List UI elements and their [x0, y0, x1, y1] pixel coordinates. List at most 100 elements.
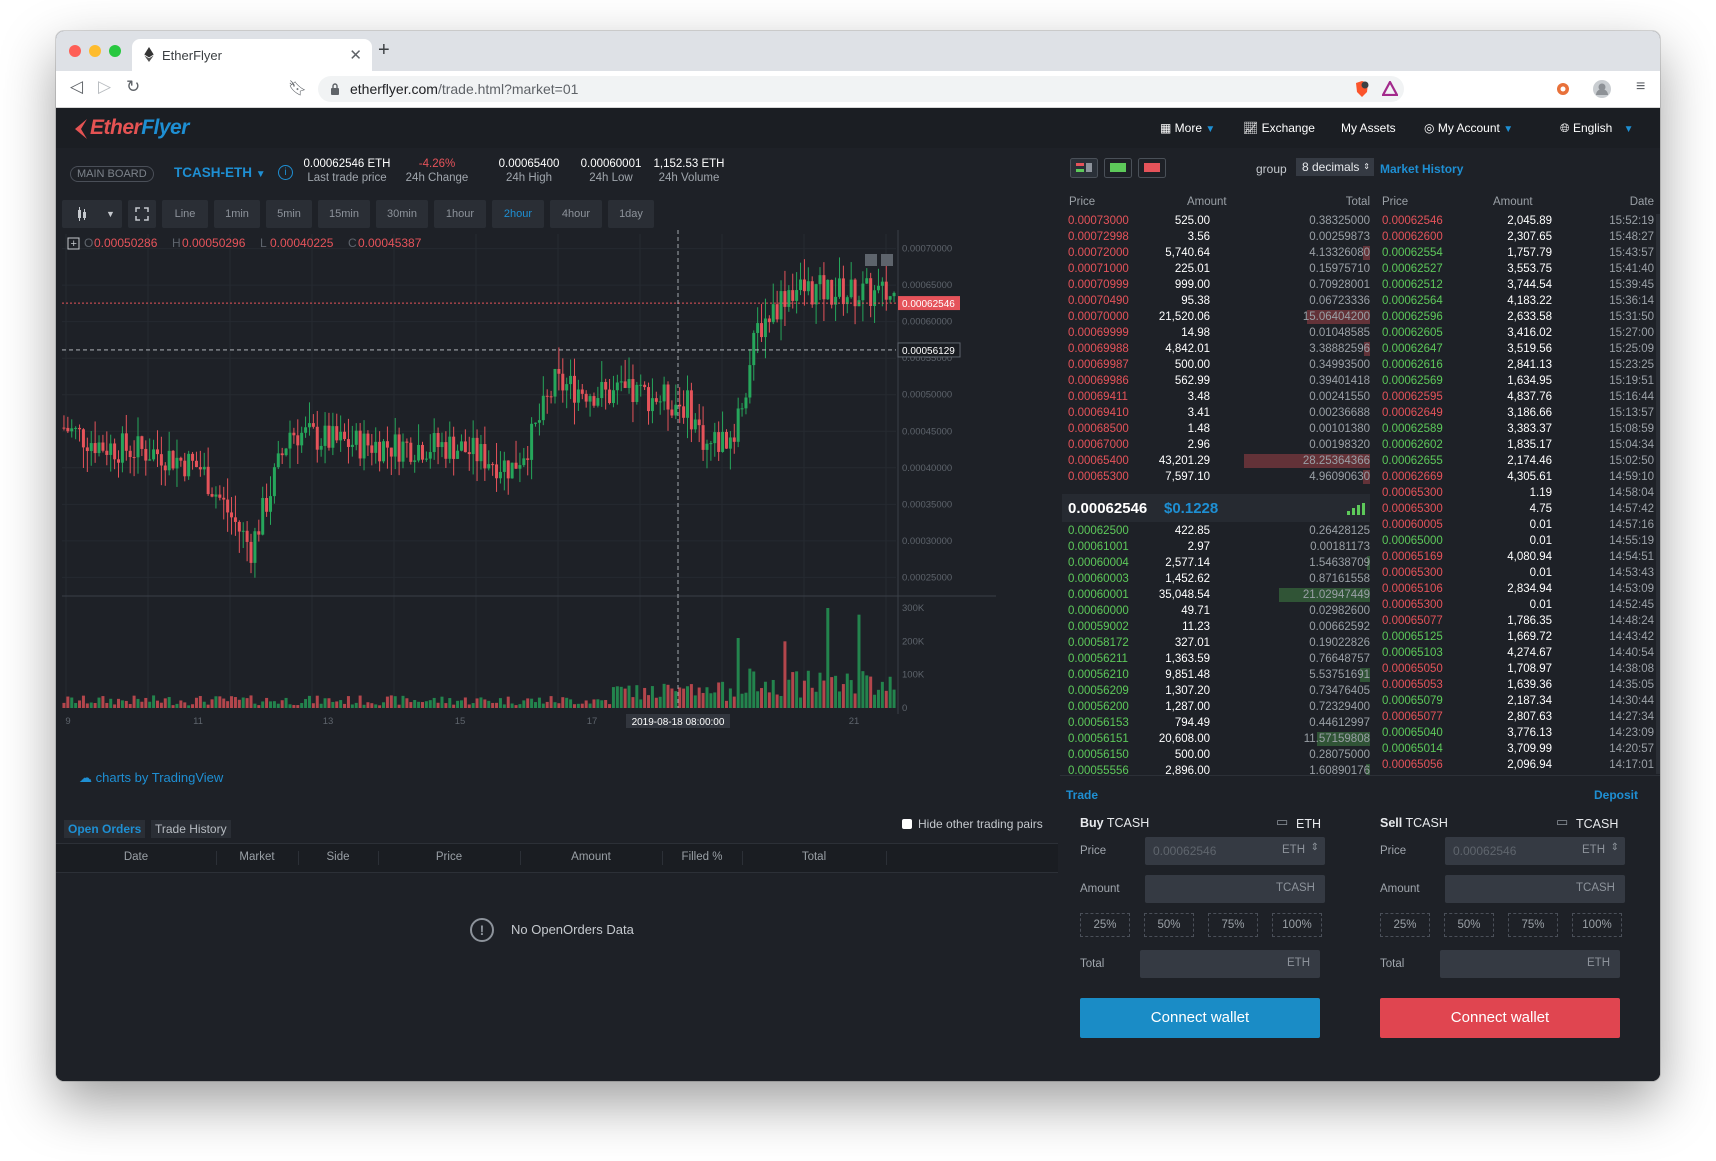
candlestick-chart[interactable]: 0.000700000.000650000.000600000.00055000…: [62, 230, 1052, 808]
chart-type-button[interactable]: ▼: [62, 200, 122, 228]
sell-50-button[interactable]: 50%: [1444, 913, 1494, 937]
orderbook-row[interactable]: 0.00068500 1.48 0.00101380: [1062, 421, 1370, 437]
orderbook-row[interactable]: 0.00060000 49.71 0.02982600: [1062, 603, 1370, 619]
buy-total-input[interactable]: ETH: [1140, 950, 1320, 978]
nav-my-account[interactable]: ◎ My Account ▼: [1424, 121, 1513, 135]
new-tab-icon[interactable]: +: [378, 39, 390, 62]
orderbook-row[interactable]: 0.00072000 5,740.64 4.13326080: [1062, 245, 1370, 261]
tradingview-credit[interactable]: ☁︎ charts by TradingView: [79, 770, 223, 786]
buy-75-button[interactable]: 75%: [1208, 913, 1258, 937]
interval-30min-button[interactable]: 30min: [376, 200, 428, 228]
orderbook-row[interactable]: 0.00058172 327.01 0.19022826: [1062, 635, 1370, 651]
back-icon[interactable]: ◁: [70, 77, 83, 97]
profile-icon[interactable]: [1592, 79, 1612, 99]
buy-50-button[interactable]: 50%: [1144, 913, 1194, 937]
browser-tab[interactable]: EtherFlyer ✕: [132, 39, 372, 71]
orderbook-row[interactable]: 0.00069411 3.48 0.00241550: [1062, 389, 1370, 405]
orderbook-row[interactable]: 0.00069410 3.41 0.00236688: [1062, 405, 1370, 421]
orderbook-row[interactable]: 0.00056200 1,287.00 0.72329400: [1062, 699, 1370, 715]
close-window-button[interactable]: [69, 45, 81, 57]
fullscreen-button[interactable]: [128, 200, 156, 228]
orderbook-row[interactable]: 0.00069988 4,842.01 3.38882596: [1062, 341, 1370, 357]
orderbook-row[interactable]: 0.00062500 422.85 0.26428125: [1062, 523, 1370, 539]
orderbook-row[interactable]: 0.00071000 225.01 0.15975710: [1062, 261, 1370, 277]
orderbook-row[interactable]: 0.00060001 35,048.54 21.02947449: [1062, 587, 1370, 603]
chart-settings-icon[interactable]: [865, 254, 877, 266]
maximize-window-button[interactable]: [109, 45, 121, 57]
interval-1min-button[interactable]: 1min: [214, 200, 260, 228]
orderbook-row[interactable]: 0.00056151 20,608.00 11.57159808: [1062, 731, 1370, 747]
decimals-select[interactable]: 8 decimals ⇕: [1296, 158, 1374, 176]
interval-1day-button[interactable]: 1day: [608, 200, 654, 228]
close-tab-icon[interactable]: ✕: [349, 46, 362, 64]
orderbook-row[interactable]: 0.00067000 2.96 0.00198320: [1062, 437, 1370, 453]
sell-100-button[interactable]: 100%: [1572, 913, 1622, 937]
orderbook-row[interactable]: 0.00070000 21,520.06 15.06404200: [1062, 309, 1370, 325]
chart-screenshot-icon[interactable]: [881, 254, 893, 266]
sell-75-button[interactable]: 75%: [1508, 913, 1558, 937]
brave-shield-icon[interactable]: [1354, 80, 1370, 98]
candle-body: [296, 435, 300, 446]
rewards-icon[interactable]: [1382, 81, 1398, 96]
orderbook-asks-icon[interactable]: [1138, 158, 1166, 178]
extension-icon[interactable]: [1555, 81, 1571, 97]
orderbook-row[interactable]: 0.00056153 794.49 0.44612997: [1062, 715, 1370, 731]
orderbook-row[interactable]: 0.00069999 14.98 0.01048585: [1062, 325, 1370, 341]
deposit-link[interactable]: Deposit: [1594, 788, 1638, 802]
interval-4hour-button[interactable]: 4hour: [550, 200, 602, 228]
sell-25-button[interactable]: 25%: [1380, 913, 1430, 937]
orderbook-row[interactable]: 0.00072998 3.56 0.00259873: [1062, 229, 1370, 245]
candle-body: [491, 464, 495, 466]
orderbook-both-icon[interactable]: [1070, 158, 1098, 178]
pair-selector[interactable]: TCASH-ETH ▼: [174, 165, 266, 180]
orderbook-row[interactable]: 0.00069987 500.00 0.34993500: [1062, 357, 1370, 373]
orderbook-row[interactable]: 0.00070999 999.00 0.70928001: [1062, 277, 1370, 293]
minimize-window-button[interactable]: [89, 45, 101, 57]
orderbook-row[interactable]: 0.00056150 500.00 0.28075000: [1062, 747, 1370, 763]
orderbook-row[interactable]: 0.00065300 7,597.10 4.96090630: [1062, 469, 1370, 485]
tab-open-orders[interactable]: Open Orders: [64, 820, 146, 838]
interval-5min-button[interactable]: 5min: [266, 200, 312, 228]
orderbook-row[interactable]: 0.00061001 2.97 0.00181173: [1062, 539, 1370, 555]
buy-price-input[interactable]: 0.00062546 ETH ⇕: [1145, 837, 1325, 865]
orderbook-row[interactable]: 0.00056211 1,363.59 0.76648757: [1062, 651, 1370, 667]
nav-my-assets[interactable]: My Assets: [1341, 121, 1396, 135]
buy-25-button[interactable]: 25%: [1080, 913, 1130, 937]
sell-total-input[interactable]: ETH: [1440, 950, 1620, 978]
menu-icon[interactable]: ≡: [1636, 78, 1645, 96]
orderbook-row[interactable]: 0.00056209 1,307.20 0.73476405: [1062, 683, 1370, 699]
hide-pairs-checkbox[interactable]: [902, 819, 912, 829]
orderbook-row[interactable]: 0.00065400 43,201.29 28.25364366: [1062, 453, 1370, 469]
info-icon[interactable]: i: [278, 165, 293, 180]
reload-icon[interactable]: ↻: [126, 77, 140, 97]
interval-Line-button[interactable]: Line: [162, 200, 208, 228]
orderbook-row[interactable]: 0.00069986 562.99 0.39401418: [1062, 373, 1370, 389]
scrollbar[interactable]: [1656, 214, 1660, 774]
orderbook-row[interactable]: 0.00070490 95.38 0.06723336: [1062, 293, 1370, 309]
buy-connect-wallet-button[interactable]: Connect wallet: [1080, 998, 1320, 1038]
buy-100-button[interactable]: 100%: [1272, 913, 1322, 937]
etherflyer-logo[interactable]: EtherFlyer: [73, 116, 189, 140]
nav-language[interactable]: 🌐︎ English ▼: [1560, 121, 1634, 136]
forward-icon[interactable]: ▷: [98, 77, 111, 97]
buy-amount-input[interactable]: TCASH: [1145, 875, 1325, 903]
orderbook-row[interactable]: 0.00073000 525.00 0.38325000: [1062, 213, 1370, 229]
address-bar[interactable]: etherflyer.com/trade.html?market=01: [318, 76, 1404, 102]
orderbook-amount: 21,520.06: [1158, 311, 1210, 323]
interval-15min-button[interactable]: 15min: [318, 200, 370, 228]
tab-trade-history[interactable]: Trade History: [151, 820, 231, 838]
interval-1hour-button[interactable]: 1hour: [434, 200, 486, 228]
sell-price-input[interactable]: 0.00062546 ETH ⇕: [1445, 837, 1625, 865]
orderbook-bids-icon[interactable]: [1104, 158, 1132, 178]
sell-connect-wallet-button[interactable]: Connect wallet: [1380, 998, 1620, 1038]
sell-amount-input[interactable]: TCASH: [1445, 875, 1625, 903]
nav-exchange[interactable]: 📈︎ Exchange: [1243, 121, 1315, 135]
trade-amount: 1,669.72: [1507, 631, 1552, 643]
bookmark-icon[interactable]: 🔖︎: [288, 79, 307, 97]
orderbook-row[interactable]: 0.00056210 9,851.48 5.53751691: [1062, 667, 1370, 683]
interval-2hour-button[interactable]: 2hour: [492, 200, 544, 228]
orderbook-row[interactable]: 0.00059002 11.23 0.00662592: [1062, 619, 1370, 635]
nav-more[interactable]: ▦ More ▼: [1160, 121, 1215, 135]
orderbook-row[interactable]: 0.00060003 1,452.62 0.87161558: [1062, 571, 1370, 587]
orderbook-row[interactable]: 0.00060004 2,577.14 1.54638709: [1062, 555, 1370, 571]
